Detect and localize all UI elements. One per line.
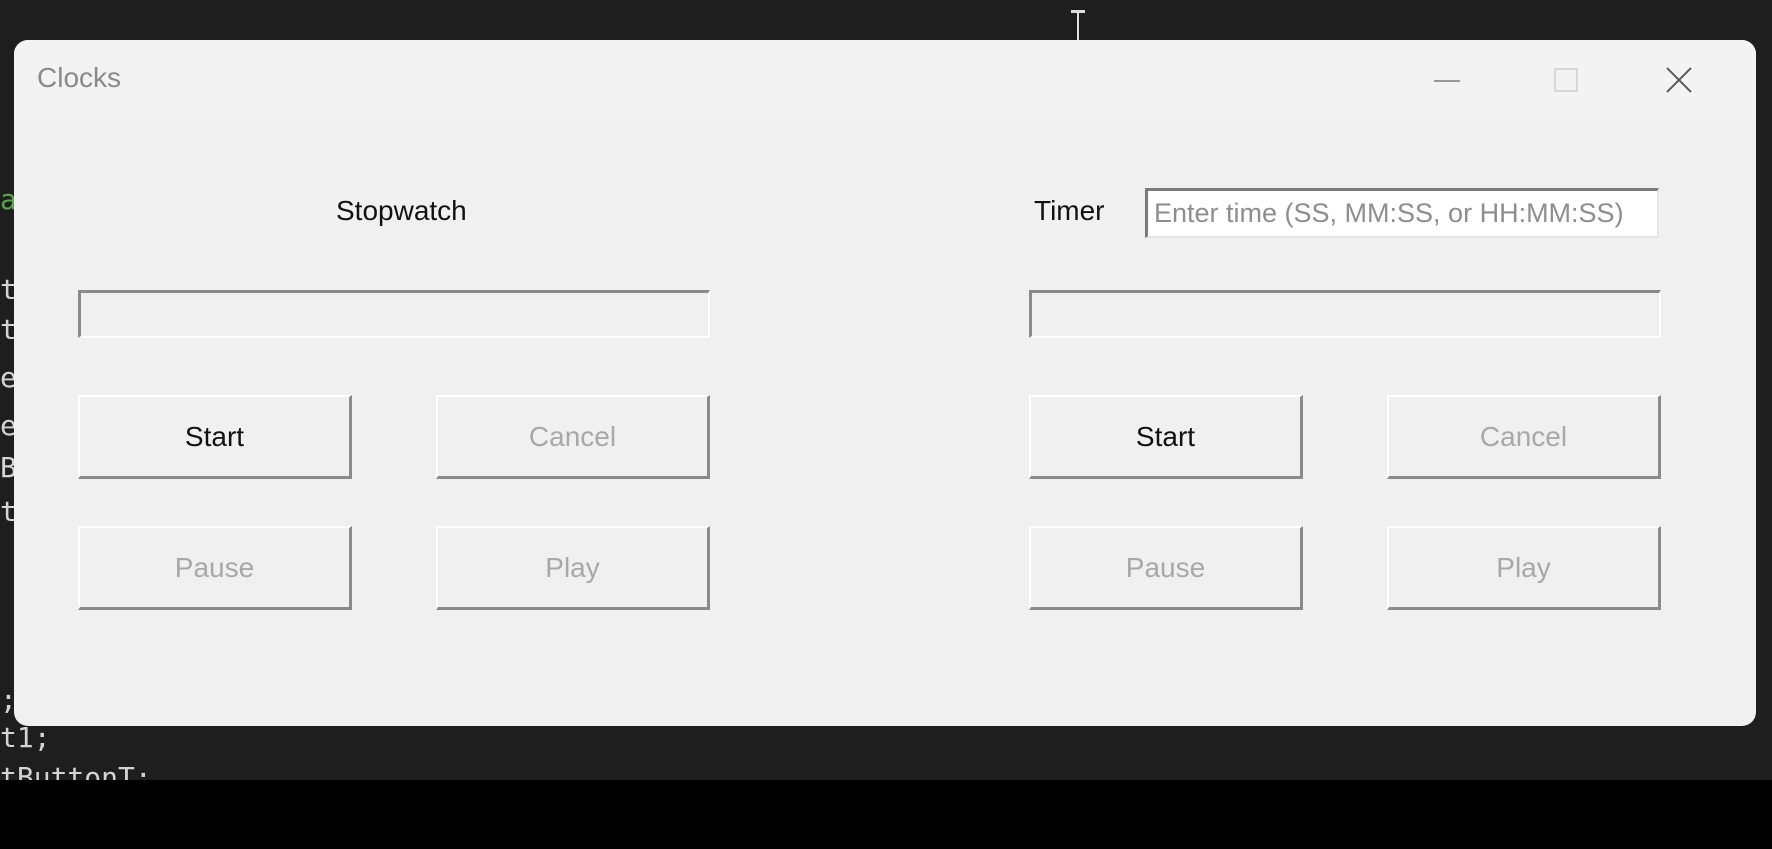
stopwatch-label: Stopwatch xyxy=(336,195,467,226)
close-button[interactable] xyxy=(1638,50,1738,110)
minimize-button[interactable] xyxy=(1394,50,1494,110)
code-fragment: t1; xyxy=(0,721,51,754)
stopwatch-start-button[interactable]: Start xyxy=(78,395,352,479)
letterbox-bar xyxy=(0,780,1772,849)
maximize-button[interactable] xyxy=(1516,50,1616,110)
stopwatch-play-button[interactable]: Play xyxy=(436,526,710,610)
stopwatch-pause-button[interactable]: Pause xyxy=(78,526,352,610)
timer-label: Timer xyxy=(1034,195,1105,226)
minimize-icon xyxy=(1434,80,1460,82)
timer-pause-button[interactable]: Pause xyxy=(1029,526,1303,610)
stopwatch-display[interactable] xyxy=(78,290,710,338)
timer-cancel-button[interactable]: Cancel xyxy=(1387,395,1661,479)
timer-play-button[interactable]: Play xyxy=(1387,526,1661,610)
title-bar[interactable]: Clocks xyxy=(14,40,1756,120)
window-title: Clocks xyxy=(37,62,122,93)
timer-start-button[interactable]: Start xyxy=(1029,395,1303,479)
clocks-window: Clocks Stopwatch Start Cancel Pause Play… xyxy=(14,40,1756,726)
maximize-icon xyxy=(1554,68,1578,92)
stopwatch-cancel-button[interactable]: Cancel xyxy=(436,395,710,479)
timer-display[interactable] xyxy=(1029,290,1661,338)
timer-time-input[interactable] xyxy=(1145,188,1659,238)
